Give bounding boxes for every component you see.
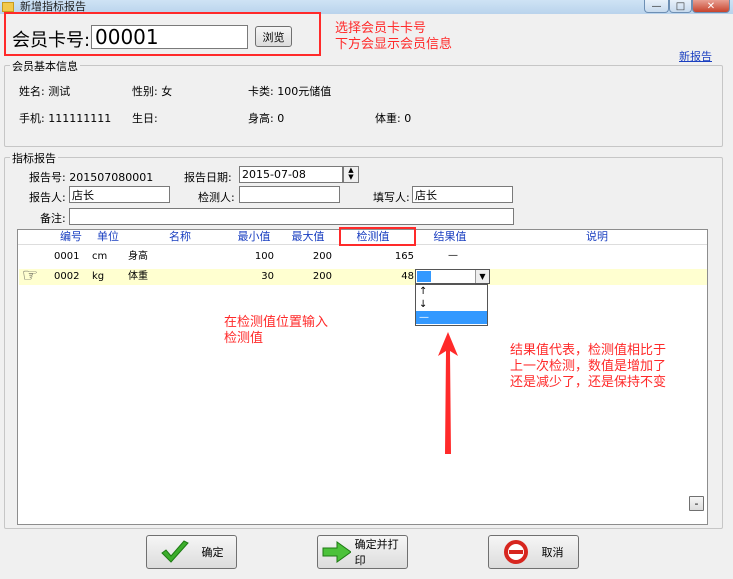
filler-label: 填写人: (373, 191, 410, 204)
gender-value: 女 (161, 85, 173, 98)
inspector-label: 检测人: (198, 191, 235, 204)
input-annotation-line: 检测值 (224, 331, 264, 346)
header-description[interactable]: 说明 (488, 230, 706, 244)
row2-max[interactable]: 200 (282, 270, 332, 284)
arrow-right-icon (322, 541, 351, 563)
date-spinner[interactable]: ▲ ▼ (343, 166, 359, 183)
weight-value: 0 (404, 112, 412, 125)
header-min[interactable]: 最小值 (228, 230, 280, 244)
gender-field: 性别: 女 (132, 83, 172, 99)
height-value: 0 (277, 112, 285, 125)
row2-min[interactable]: 30 (228, 270, 274, 284)
cancel-button[interactable]: 取消 (488, 535, 579, 569)
card-annotation: 选择会员卡卡号 下方会显示会员信息 (335, 21, 452, 53)
gender-label: 性别: (132, 85, 158, 98)
close-button[interactable]: ✕ (692, 0, 730, 13)
result-annotation-line: 还是减少了，还是保持不变 (510, 375, 667, 390)
option-decrease[interactable]: ↓ (416, 298, 487, 311)
card-annotation-line: 下方会显示会员信息 (335, 37, 453, 52)
card-type-field: 卡类: 100元储值 (248, 83, 331, 99)
confirm-button[interactable]: 确定 (146, 535, 237, 569)
inspector-input[interactable] (239, 186, 340, 203)
chevron-down-icon[interactable]: ▼ (475, 270, 489, 283)
phone-value: 111111111 (48, 112, 112, 125)
header-unit[interactable]: 单位 (90, 230, 126, 244)
phone-field: 手机: 111111111 (19, 110, 111, 126)
test-value-highlight-box (339, 227, 416, 246)
header-name[interactable]: 名称 (128, 230, 232, 244)
weight-label: 体重: (375, 112, 401, 125)
row2-unit[interactable]: kg (92, 270, 104, 284)
header-max[interactable]: 最大值 (282, 230, 334, 244)
height-label: 身高: (248, 112, 274, 125)
row2-code[interactable]: 0002 (54, 270, 79, 284)
report-no-field: 报告号: 201507080001 (29, 169, 153, 185)
card-type-value: 100元储值 (277, 85, 332, 98)
reporter-label: 报告人: (29, 191, 66, 204)
row1-min[interactable]: 100 (228, 250, 274, 264)
row2-name[interactable]: 体重 (128, 270, 148, 284)
cancel-button-label: 取消 (541, 546, 564, 559)
input-annotation-line: 在检测值位置输入 (224, 315, 329, 330)
row1-result-value[interactable]: — (438, 249, 468, 263)
report-date-label: 报告日期: (184, 171, 232, 184)
arrow-up-icon (438, 332, 458, 454)
remark-label: 备注: (40, 212, 66, 225)
row2-test-value[interactable]: 48 (338, 270, 414, 284)
header-code[interactable]: 编号 (54, 230, 88, 244)
row1-test-value[interactable]: 165 (338, 250, 414, 264)
spinner-down-icon[interactable]: ▼ (344, 174, 358, 181)
browse-button[interactable]: 浏览 (255, 26, 292, 47)
height-field: 身高: 0 (248, 110, 284, 126)
report-no-label: 报告号: (29, 171, 66, 184)
birthday-field: 生日: (132, 110, 158, 126)
result-annotation-line: 上一次检测，数值是增加了 (510, 359, 667, 374)
member-info-title: 会员基本信息 (10, 58, 80, 74)
row1-code[interactable]: 0001 (54, 250, 79, 264)
card-label: 会员卡号: (12, 30, 91, 51)
grid-scroll-button[interactable]: - (689, 496, 704, 511)
remark-input[interactable] (69, 208, 514, 225)
input-annotation: 在检测值位置输入 检测值 (224, 315, 328, 347)
row1-max[interactable]: 200 (282, 250, 332, 264)
card-annotation-line: 选择会员卡卡号 (335, 21, 427, 36)
checkmark-icon (160, 540, 189, 563)
confirm-print-button[interactable]: 确定并打印 (317, 535, 408, 569)
result-annotation-line: 结果值代表，检测值相比于 (510, 343, 667, 358)
option-increase[interactable]: ↑ (416, 285, 487, 298)
new-report-link[interactable]: 新报告 (679, 48, 712, 64)
name-label: 姓名: (19, 85, 45, 98)
option-unchanged[interactable]: — (416, 311, 487, 324)
annotation-arrow (438, 332, 458, 454)
row1-unit[interactable]: cm (92, 250, 107, 264)
confirm-button-label: 确定 (201, 546, 224, 559)
result-selected-value (417, 271, 431, 282)
card-type-label: 卡类: (248, 85, 274, 98)
report-group-title: 指标报告 (10, 150, 58, 166)
birthday-label: 生日: (132, 112, 158, 125)
report-no-value: 201507080001 (69, 171, 154, 184)
cancel-icon (503, 540, 528, 564)
result-options-list[interactable]: ↑ ↓ — (415, 284, 488, 326)
filler-input[interactable] (412, 186, 513, 203)
result-dropdown[interactable]: ▼ (415, 269, 490, 284)
weight-field: 体重: 0 (375, 110, 411, 126)
report-date-input[interactable] (239, 166, 343, 183)
phone-label: 手机: (19, 112, 45, 125)
name-field: 姓名: 测试 (19, 83, 70, 99)
reporter-input[interactable] (69, 186, 170, 203)
minimize-button[interactable]: — (644, 0, 669, 13)
maximize-button[interactable]: □ (669, 0, 692, 13)
member-info-group (4, 65, 723, 147)
confirm-print-button-label: 确定并打印 (354, 538, 399, 567)
name-value: 测试 (48, 85, 71, 98)
header-result-value[interactable]: 结果值 (415, 230, 485, 244)
result-annotation: 结果值代表，检测值相比于 上一次检测，数值是增加了 还是减少了，还是保持不变 (510, 343, 666, 391)
row1-name[interactable]: 身高 (128, 250, 148, 264)
app-icon (2, 2, 14, 12)
card-number-input[interactable] (91, 25, 248, 49)
row-pointer-icon: ☞ (22, 265, 39, 286)
